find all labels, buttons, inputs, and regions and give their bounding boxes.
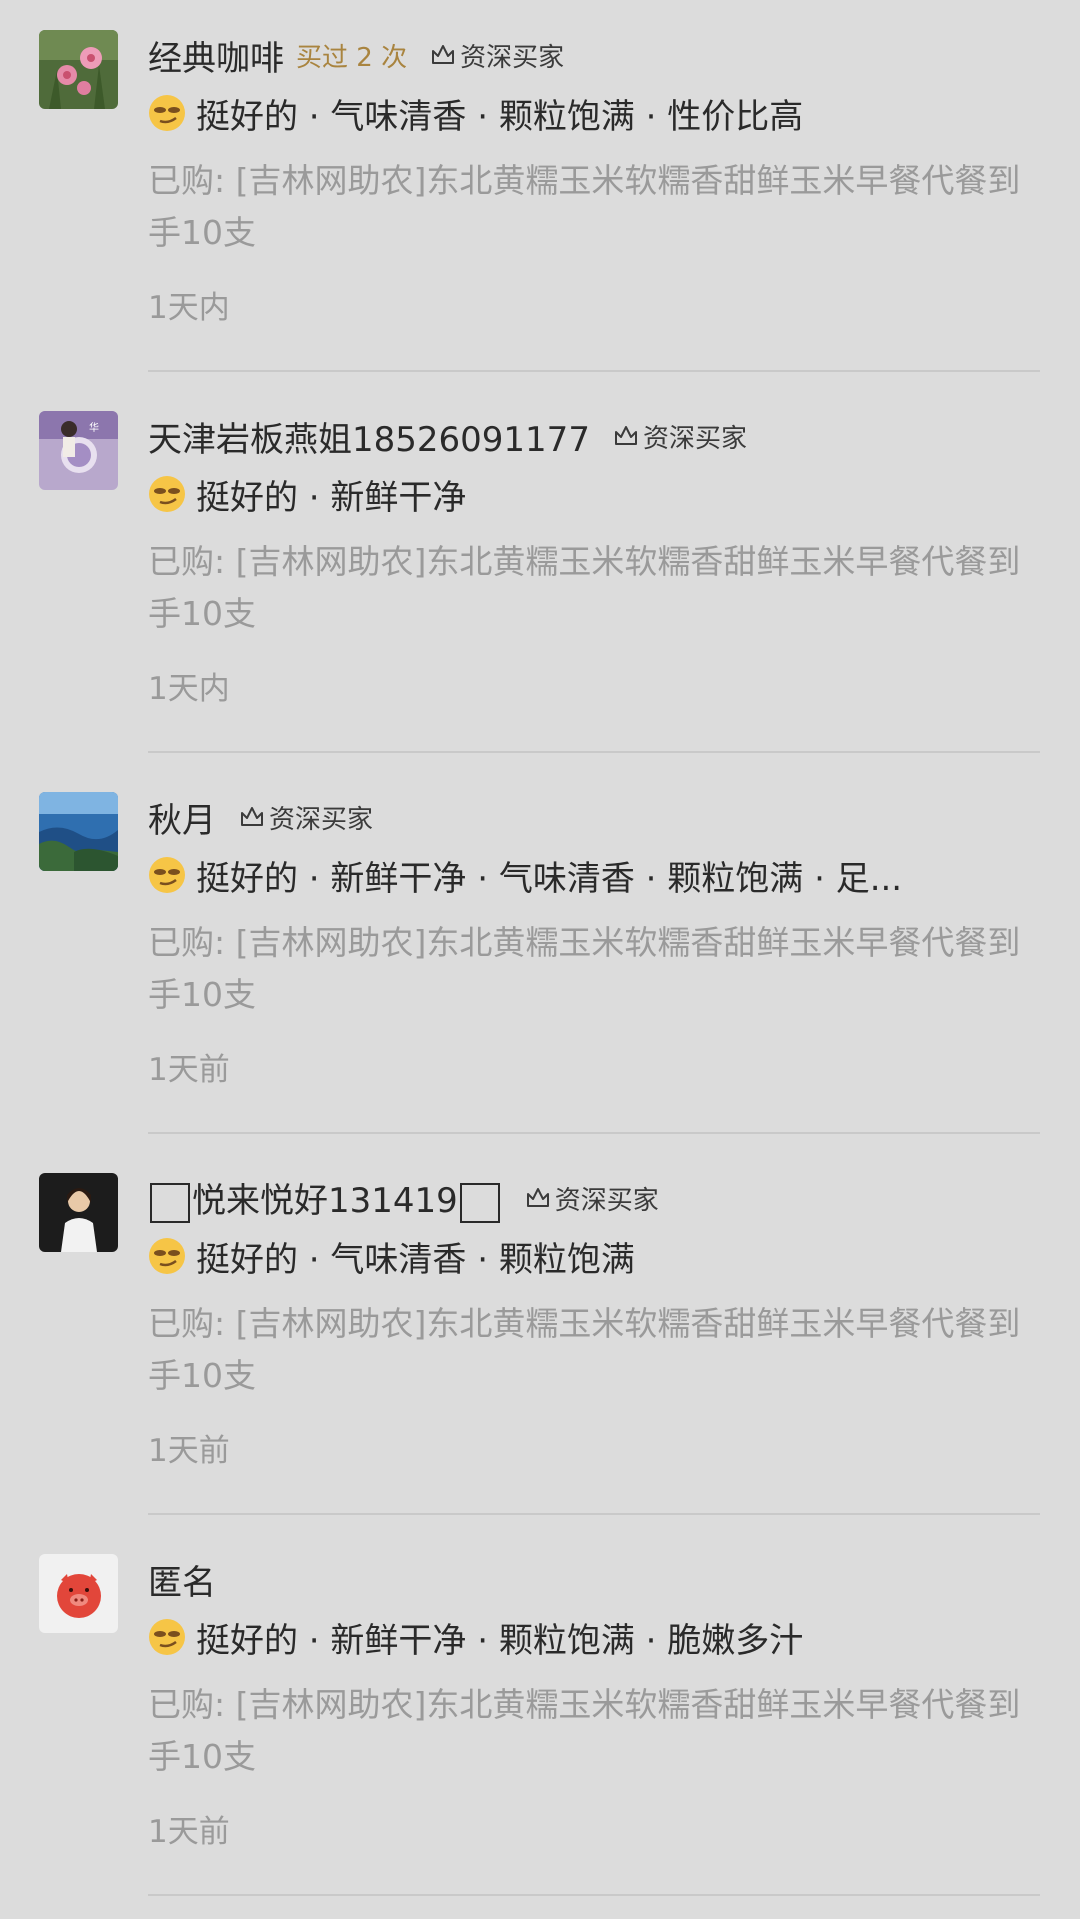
name-row: 悦来悦好131419 资深买家 — [148, 1173, 659, 1223]
smirk-emoji-icon — [149, 95, 185, 131]
divider — [148, 370, 1040, 372]
senior-buyer-badge: 资深买家 — [238, 799, 373, 836]
name-row: 经典咖啡 买过 2 次 资深买家 — [148, 31, 564, 80]
review-item[interactable]: 悦来悦好131419 资深买家 挺好的 · 气味清香 · 颗粒饱满 已购: [吉… — [0, 1143, 1080, 1524]
crown-icon — [614, 426, 637, 445]
purchased-item[interactable]: 已购: [吉林网助农]东北黄糯玉米软糯香甜鲜玉米早餐代餐到手10支 — [148, 917, 1048, 1021]
tags-row: 挺好的 · 气味清香 · 颗粒饱满 — [148, 1233, 1028, 1279]
bought-count: 买过 2 次 — [296, 42, 408, 73]
badge-label: 资深买家 — [642, 423, 747, 454]
review-tags: 挺好的 · 新鲜干净 · 气味清香 · 颗粒饱满 · 足... — [196, 858, 903, 899]
tags-row: 挺好的 · 新鲜干净 · 气味清香 · 颗粒饱满 · 足... — [148, 852, 1028, 898]
review-item[interactable]: 秋月 资深买家 挺好的 · 新鲜干净 · 气味清香 · 颗粒饱满 · 足... … — [0, 762, 1080, 1143]
review-time: 1天前 — [148, 1052, 230, 1088]
divider — [148, 1132, 1040, 1134]
review-time: 1天内 — [148, 290, 230, 326]
smirk-emoji-icon — [149, 476, 185, 512]
senior-buyer-badge: 资深买家 — [612, 418, 747, 455]
review-tags: 挺好的 · 气味清香 · 颗粒饱满 — [196, 1239, 635, 1280]
review-tags: 挺好的 · 新鲜干净 — [196, 477, 467, 518]
tags-row: 挺好的 · 新鲜干净 — [148, 471, 1028, 517]
unrendered-glyph — [459, 1182, 500, 1223]
badge-label: 资深买家 — [460, 42, 565, 73]
divider — [148, 1513, 1040, 1515]
username[interactable]: 匿名 — [148, 1555, 216, 1604]
review-item[interactable]: 华 天津岩板燕姐18526091177 资深买家 挺好的 · 新鲜干净 已购: … — [0, 381, 1080, 762]
badge-label: 资深买家 — [269, 804, 374, 835]
crown-icon — [241, 807, 263, 826]
crown-icon — [432, 45, 455, 64]
smirk-emoji-icon — [149, 1238, 185, 1274]
username[interactable]: 秋月 — [148, 793, 216, 842]
avatar[interactable] — [39, 792, 118, 871]
name-row: 匿名 — [148, 1555, 216, 1604]
divider — [148, 751, 1040, 753]
avatar[interactable] — [39, 30, 118, 109]
purchased-item[interactable]: 已购: [吉林网助农]东北黄糯玉米软糯香甜鲜玉米早餐代餐到手10支 — [148, 536, 1048, 640]
review-time: 1天内 — [148, 671, 230, 707]
purchased-item[interactable]: 已购: [吉林网助农]东北黄糯玉米软糯香甜鲜玉米早餐代餐到手10支 — [148, 1298, 1048, 1402]
username[interactable]: 经典咖啡 — [148, 31, 284, 80]
username-text: 悦来悦好131419 — [192, 1181, 458, 1222]
username[interactable]: 悦来悦好131419 — [148, 1173, 502, 1223]
review-item[interactable]: 经典咖啡 买过 2 次 资深买家 挺好的 · 气味清香 · 颗粒饱满 · 性价比… — [0, 0, 1080, 381]
smirk-emoji-icon — [149, 857, 185, 893]
purchased-item[interactable]: 已购: [吉林网助农]东北黄糯玉米软糯香甜鲜玉米早餐代餐到手10支 — [148, 1679, 1048, 1783]
avatar[interactable] — [39, 1554, 118, 1633]
review-time: 1天前 — [148, 1433, 230, 1469]
avatar[interactable] — [39, 1173, 118, 1252]
review-tags: 挺好的 · 气味清香 · 颗粒饱满 · 性价比高 — [196, 96, 804, 137]
avatar[interactable]: 华 — [39, 411, 118, 490]
unrendered-glyph — [150, 1182, 190, 1223]
tags-row: 挺好的 · 新鲜干净 · 颗粒饱满 · 脆嫩多汁 — [148, 1614, 1028, 1660]
review-time: 1天前 — [148, 1814, 230, 1850]
review-item[interactable]: 匿名 挺好的 · 新鲜干净 · 颗粒饱满 · 脆嫩多汁 已购: [吉林网助农]东… — [0, 1524, 1080, 1905]
badge-label: 资深买家 — [554, 1185, 659, 1216]
name-row: 秋月 资深买家 — [148, 793, 373, 842]
name-row: 天津岩板燕姐18526091177 资深买家 — [148, 412, 747, 461]
purchased-item[interactable]: 已购: [吉林网助农]东北黄糯玉米软糯香甜鲜玉米早餐代餐到手10支 — [148, 155, 1048, 259]
svg-text:华: 华 — [89, 421, 99, 434]
senior-buyer-badge: 资深买家 — [429, 37, 564, 74]
smirk-emoji-icon — [149, 1619, 185, 1655]
crown-icon — [526, 1188, 549, 1207]
senior-buyer-badge: 资深买家 — [524, 1180, 659, 1217]
username[interactable]: 天津岩板燕姐18526091177 — [148, 412, 590, 461]
divider — [148, 1894, 1040, 1896]
tags-row: 挺好的 · 气味清香 · 颗粒饱满 · 性价比高 — [148, 90, 1028, 136]
review-list: 经典咖啡 买过 2 次 资深买家 挺好的 · 气味清香 · 颗粒饱满 · 性价比… — [0, 0, 1080, 1919]
review-tags: 挺好的 · 新鲜干净 · 颗粒饱满 · 脆嫩多汁 — [196, 1620, 804, 1661]
